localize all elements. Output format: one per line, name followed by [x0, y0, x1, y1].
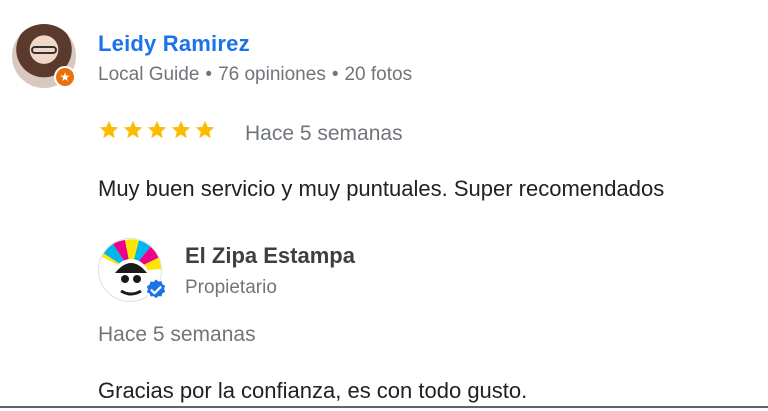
reviewer-photo-count: 20 fotos	[344, 64, 413, 85]
review-text: Muy buen servicio y muy puntuales. Super…	[98, 176, 665, 201]
reply-date: Hace 5 semanas	[98, 323, 256, 346]
verified-check-icon	[145, 279, 167, 301]
separator: •	[205, 64, 213, 85]
divider	[0, 406, 768, 408]
separator: •	[331, 64, 339, 85]
review-date: Hace 5 semanas	[245, 122, 403, 145]
star-icon	[123, 120, 143, 139]
owner-role: Propietario	[185, 277, 277, 298]
reviewer-level: Local Guide	[98, 64, 200, 85]
star-icon	[99, 120, 119, 139]
star-icon	[195, 120, 215, 139]
reviewer-meta[interactable]: Local Guide • 76 opiniones • 20 fotos	[98, 64, 412, 86]
local-guide-badge-icon: ★	[54, 66, 76, 88]
owner-name[interactable]: El Zipa Estampa	[185, 243, 355, 269]
reply-text: Gracias por la confianza, es con todo gu…	[98, 378, 528, 403]
star-icon	[147, 120, 167, 139]
reviewer-name[interactable]: Leidy Ramirez	[98, 31, 250, 57]
star-icon	[171, 120, 191, 139]
reviewer-review-count: 76 opiniones	[218, 64, 326, 85]
avatar-glasses	[31, 46, 57, 54]
star-rating	[98, 119, 216, 141]
